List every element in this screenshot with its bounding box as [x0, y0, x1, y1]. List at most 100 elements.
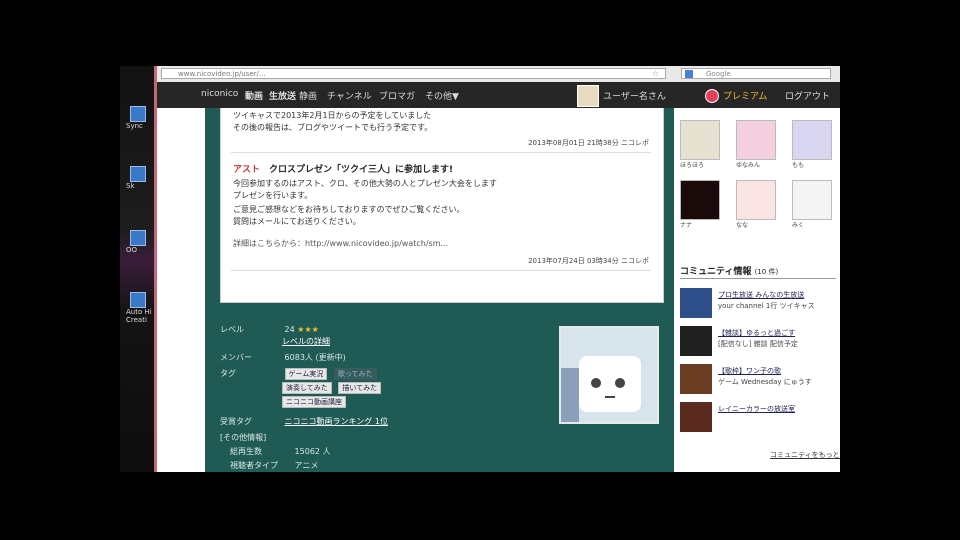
divider: [231, 270, 651, 271]
level-label: レベル: [220, 325, 244, 334]
divider: [680, 278, 836, 279]
desktop-icon-label: Creati: [126, 316, 147, 324]
community-link[interactable]: 【歌枠】ワン子の歌: [718, 366, 781, 376]
post-text: ご意見ご感想などをお待ちしておりますのでぜひご覧ください。: [233, 205, 465, 214]
search-engine-icon: [685, 70, 693, 78]
mascot-mouth: [605, 392, 615, 398]
member-row: メンバー 6083人 (更新中): [220, 352, 346, 363]
desktop-icon-label: Auto Hi: [126, 308, 152, 316]
community-more-link[interactable]: コミュニティをもっと見る: [770, 450, 840, 460]
tags-label: タグ: [220, 369, 236, 378]
desktop-icon-auto[interactable]: Auto Hi Creati: [126, 292, 152, 324]
community-title: コミュニティ情報: [680, 267, 752, 277]
stats-value: アニメ: [294, 461, 319, 470]
shortcut-icon: [130, 292, 146, 308]
community-sub: [配信なし] 雑談 配信予定: [718, 340, 798, 348]
shortcut-icon: [130, 166, 146, 182]
post-title-text[interactable]: クロスプレゼン「ツクイ三人」に参加します!: [269, 165, 453, 175]
notification-icon[interactable]: [705, 89, 719, 103]
tag[interactable]: 歌ってみた: [333, 368, 377, 380]
level-value: 24: [284, 325, 295, 334]
user-name[interactable]: ユーザー名さん: [603, 89, 666, 102]
follower-avatar[interactable]: [736, 120, 776, 160]
desktop-icon-label: Sk: [126, 182, 135, 190]
bookmark-star-icon[interactable]: ☆: [652, 69, 659, 78]
user-avatar[interactable]: [577, 85, 599, 107]
community-count: (10 件): [754, 268, 779, 276]
community-item[interactable]: 【雑談】ゆるっと過ごす [配信なし] 雑談 配信予定: [680, 326, 840, 358]
stats-label: 視聴者タイプ: [230, 461, 278, 470]
stats-row-1: 総再生数 15062 人: [230, 446, 331, 457]
follower-name[interactable]: ゆなみん: [736, 160, 760, 169]
follower-name[interactable]: ほろほろ: [680, 160, 704, 169]
shortcut-icon: [130, 230, 146, 246]
desktop-icon-sync[interactable]: Sync: [126, 106, 150, 130]
community-item[interactable]: レイニーカラーの放送室: [680, 402, 840, 434]
community-icon: [680, 364, 712, 394]
nav-item-more[interactable]: その他▼: [425, 89, 459, 102]
community-link[interactable]: 【雑談】ゆるっと過ごす: [718, 328, 795, 338]
follower-avatar[interactable]: [792, 180, 832, 220]
community-thumbnail[interactable]: [559, 326, 659, 424]
post-text: 今回参加するのはアスト、クロ、その他大勢の人とプレゼン大会をします: [233, 179, 497, 188]
community-link[interactable]: レイニーカラーの放送室: [718, 404, 795, 414]
screen-recording-frame: Sync Sk OO Auto Hi Creati www.nicovideo.…: [120, 66, 840, 472]
follower-avatar[interactable]: [736, 180, 776, 220]
follower-avatar[interactable]: [792, 120, 832, 160]
post-text: 質問はメールにてお送りください。: [233, 217, 361, 226]
follower-avatar[interactable]: [680, 120, 720, 160]
community-item[interactable]: プロ生放送 みんなの生放送 your channel 1行 ツイキャス: [680, 288, 840, 320]
follower-name[interactable]: もも: [792, 160, 804, 169]
tags-row-3: ニコニコ動画講座: [282, 396, 350, 408]
follower-name[interactable]: なな: [736, 220, 748, 229]
follower-avatar[interactable]: [680, 180, 720, 220]
community-sub: your channel 1行 ツイキャス: [718, 302, 815, 310]
logout-link[interactable]: ログアウト: [785, 89, 830, 102]
desktop-icon-oo[interactable]: OO: [126, 230, 150, 254]
mascot-eye: [615, 378, 625, 388]
community-link[interactable]: プロ生放送 みんなの生放送: [718, 290, 804, 300]
search-box[interactable]: Google: [681, 68, 831, 79]
mascot-eye: [591, 378, 601, 388]
post-text: プレゼンを行います。: [233, 191, 313, 200]
nav-item-channel[interactable]: チャンネル: [327, 89, 372, 102]
follower-name[interactable]: ナナ: [680, 220, 692, 229]
tag[interactable]: ゲーム実況: [284, 368, 328, 380]
browser-toolbar: www.nicovideo.jp/user/... ☆ Google: [157, 66, 840, 83]
desktop-icon-label: OO: [126, 246, 138, 254]
tag[interactable]: 描いてみた: [338, 382, 382, 394]
post-link[interactable]: 詳細はこちらから：http://www.nicovideo.jp/watch/s…: [233, 238, 448, 249]
mascot-face-icon: [579, 356, 641, 412]
community-item[interactable]: 【歌枠】ワン子の歌 ゲーム Wednesday にゅうす: [680, 364, 840, 396]
post-date[interactable]: 2013年08月01日 21時38分 ニコレポ: [528, 138, 649, 148]
ranking-link[interactable]: ニコニコ動画ランキング 1位: [285, 417, 388, 426]
level-detail-link[interactable]: レベルの詳細: [282, 337, 330, 346]
nav-item-home[interactable]: niconico: [201, 89, 238, 99]
post-title[interactable]: アスト クロスプレゼン「ツクイ三人」に参加します!: [233, 162, 453, 175]
tag[interactable]: 演奏してみた: [282, 382, 332, 394]
ranking-row: 受賞タグ ニコニコ動画ランキング 1位: [220, 416, 388, 427]
left-gutter: [157, 108, 205, 472]
community-icon: [680, 288, 712, 318]
post-text: ツイキャスで2013年2月1日からの予定をしていました: [233, 111, 432, 120]
right-sidebar: ほろほろ ゆなみん もも ナナ なな みく コミュニティ情報 (10 件) プロ…: [674, 108, 840, 472]
community-icon: [680, 326, 712, 356]
follower-name[interactable]: みく: [792, 220, 804, 229]
nav-item-live[interactable]: 生放送: [269, 89, 296, 102]
nav-item-video[interactable]: 動画: [245, 89, 263, 102]
stats-label: 総再生数: [230, 447, 262, 456]
address-bar[interactable]: www.nicovideo.jp/user/...: [161, 68, 666, 79]
level-detail-row: レベルの詳細: [282, 336, 330, 347]
tag[interactable]: ニコニコ動画講座: [282, 396, 346, 408]
member-value: 6083人 (更新中): [284, 353, 346, 362]
main-content: ツイキャスで2013年2月1日からの予定をしていました その後の報告は、ブログや…: [157, 108, 705, 472]
ranking-label: 受賞タグ: [220, 417, 252, 426]
profile-info: レベル 24 ★★★ レベルの詳細 メンバー 6083人 (更新中) タグ ゲー…: [220, 324, 550, 472]
post-date[interactable]: 2013年07月24日 03時34分 ニコレポ: [528, 256, 649, 266]
stats-row-2: 視聴者タイプ アニメ: [230, 460, 318, 471]
post-author[interactable]: アスト: [233, 165, 260, 175]
nav-item-seiga[interactable]: 静画: [299, 89, 317, 102]
nav-item-blomaga[interactable]: ブロマガ: [379, 89, 415, 102]
premium-badge[interactable]: プレミアム: [723, 89, 767, 102]
desktop-icon-sk[interactable]: Sk: [126, 166, 150, 190]
